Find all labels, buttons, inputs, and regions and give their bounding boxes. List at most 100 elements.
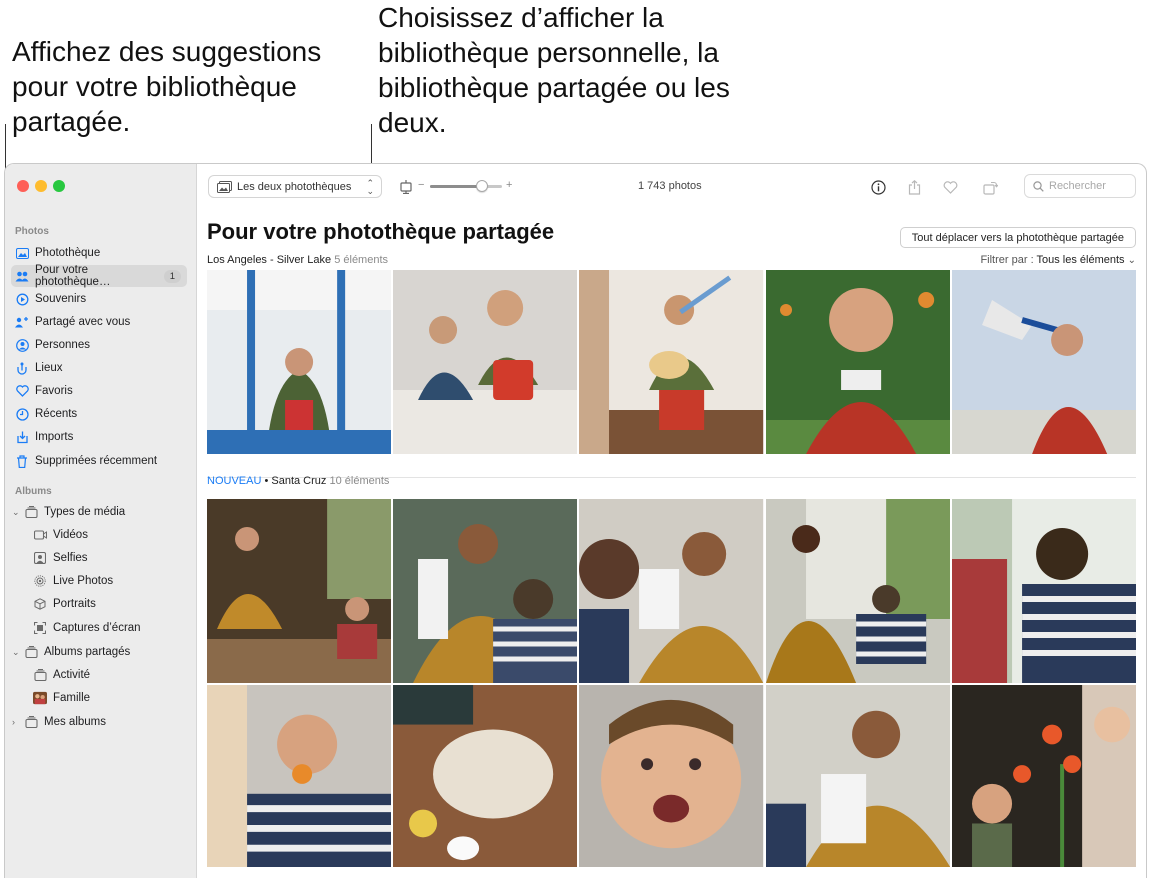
stack-icon: [24, 645, 38, 659]
video-icon: [33, 528, 47, 542]
photo-thumbnail[interactable]: [951, 685, 1136, 867]
sidebar-item-people[interactable]: Personnes: [11, 334, 187, 356]
sidebar-item-label: Récents: [35, 408, 78, 420]
library-icon: [15, 246, 29, 260]
library-selector[interactable]: Les deux photothèques ⌃ ⌄: [208, 175, 382, 198]
sidebar-item-live-photos[interactable]: Live Photos: [29, 570, 187, 592]
chevron-down-icon: ⌄: [1127, 255, 1136, 266]
sidebar-item-label: Pour votre photothèque…: [35, 264, 111, 288]
new-tag: NOUVEAU: [207, 475, 262, 487]
info-icon[interactable]: [868, 177, 888, 197]
sidebar-item-label: Vidéos: [53, 529, 88, 541]
photo-grid-santa-cruz: [207, 499, 1136, 867]
sidebar-item-imports[interactable]: Imports: [11, 426, 187, 448]
sidebar-item-recents[interactable]: Récents: [11, 403, 187, 425]
sidebar-item-activity[interactable]: Activité: [29, 664, 187, 686]
photo-thumbnail[interactable]: [393, 499, 578, 683]
share-icon[interactable]: [904, 177, 924, 197]
photo-thumbnail[interactable]: [579, 499, 764, 683]
stack-icon: [24, 505, 38, 519]
sidebar-item-my-albums[interactable]: › Mes albums: [11, 711, 187, 733]
sidebar-item-library[interactable]: Photothèque: [11, 242, 187, 264]
rotate-icon[interactable]: [980, 177, 1000, 197]
photo-thumbnail[interactable]: [765, 685, 950, 867]
zoom-slider-knob[interactable]: [476, 180, 488, 192]
sidebar-item-label: Activité: [53, 669, 91, 681]
group-count: 5 éléments: [334, 254, 389, 266]
badge-count: 1: [163, 269, 181, 283]
trash-icon: [15, 454, 29, 468]
sidebar-item-label: Lieux: [35, 362, 63, 374]
sidebar-item-shared-albums[interactable]: ⌄ Albums partagés: [11, 641, 187, 663]
sidebar-item-memories[interactable]: Souvenirs: [11, 288, 187, 310]
sidebar-item-label: Souvenirs: [35, 293, 87, 305]
photo-thumbnail[interactable]: [207, 270, 392, 454]
toolbar: Les deux photothèques ⌃ ⌄ − + 1 743 photo…: [198, 164, 1146, 209]
sidebar-item-label: Famille: [53, 692, 91, 704]
clock-icon: [15, 407, 29, 421]
search-field[interactable]: Rechercher: [1024, 174, 1136, 198]
sidebar-item-favorites[interactable]: Favoris: [11, 380, 187, 402]
cube-icon: [33, 597, 47, 611]
sidebar-item-places[interactable]: Lieux: [11, 357, 187, 379]
import-icon: [15, 430, 29, 444]
sidebar-item-selfies[interactable]: Selfies: [29, 547, 187, 569]
move-all-button[interactable]: Tout déplacer vers la photothèque partag…: [899, 227, 1136, 248]
selfie-icon: [33, 551, 47, 565]
close-window-button[interactable]: [17, 180, 29, 192]
live-photo-icon: [33, 574, 47, 588]
sidebar: Photos Photothèque Pour votre photothèqu…: [5, 164, 197, 878]
sidebar-item-for-shared-library[interactable]: Pour votre photothèque… 1: [11, 264, 187, 288]
sidebar-item-label: Photothèque: [35, 247, 101, 259]
memories-icon: [15, 292, 29, 306]
group-place: Los Angeles - Silver Lake: [207, 254, 332, 266]
chevron-right-icon[interactable]: ›: [12, 717, 20, 727]
heart-icon: [15, 384, 29, 398]
sidebar-item-media-types[interactable]: ⌄ Types de média: [11, 501, 187, 523]
main-content: Pour votre photothèque partagée Tout dép…: [198, 209, 1146, 878]
photo-thumbnail[interactable]: [951, 499, 1136, 683]
photo-thumbnail[interactable]: [579, 270, 764, 454]
zoom-window-button[interactable]: [53, 180, 65, 192]
page-title: Pour votre photothèque partagée: [207, 219, 555, 244]
photo-thumbnail[interactable]: [765, 270, 950, 454]
library-selector-label: Les deux photothèques: [237, 180, 352, 193]
photo-thumbnail[interactable]: [579, 685, 764, 867]
group-header-santa-cruz: NOUVEAU • Santa Cruz 10 éléments: [207, 475, 389, 487]
photos-stack-icon: [217, 180, 232, 193]
photo-thumbnail[interactable]: [765, 499, 950, 683]
sidebar-item-label: Types de média: [44, 506, 126, 518]
photo-count: 1 743 photos: [638, 180, 702, 192]
sidebar-item-portraits[interactable]: Portraits: [29, 593, 187, 615]
callout-library-choice: Choisissez d’afficher la bibliothèque pe…: [378, 2, 730, 138]
sidebar-item-label: Mes albums: [44, 716, 106, 728]
sidebar-item-screenshots[interactable]: Captures d’écran: [29, 617, 187, 639]
sidebar-section-photos: Photos: [15, 226, 49, 237]
slideshow-icon[interactable]: [396, 177, 416, 197]
sidebar-item-label: Partagé avec vous: [35, 316, 131, 328]
sidebar-section-albums: Albums: [15, 486, 52, 497]
group-count: 10 éléments: [329, 475, 390, 487]
filter-menu[interactable]: Filtrer par : Tous les éléments ⌄: [980, 254, 1136, 266]
photo-thumbnail[interactable]: [207, 685, 392, 867]
photo-thumbnail[interactable]: [207, 499, 392, 683]
minimize-window-button[interactable]: [35, 180, 47, 192]
sidebar-item-label: Captures d’écran: [53, 622, 141, 634]
photo-thumbnail[interactable]: [393, 270, 578, 454]
activity-icon: [33, 668, 47, 682]
photo-thumbnail[interactable]: [951, 270, 1136, 454]
zoom-in-button[interactable]: +: [506, 179, 512, 191]
zoom-slider-fill: [430, 185, 482, 188]
chevron-down-icon[interactable]: ⌄: [12, 507, 20, 518]
sidebar-item-label: Selfies: [53, 552, 88, 564]
zoom-out-button[interactable]: −: [418, 179, 424, 191]
sidebar-item-videos[interactable]: Vidéos: [29, 524, 187, 546]
sidebar-item-family[interactable]: Famille: [29, 687, 187, 709]
photo-thumbnail[interactable]: [393, 685, 578, 867]
zoom-slider[interactable]: [430, 180, 502, 192]
person-icon: [15, 338, 29, 352]
sidebar-item-recently-deleted[interactable]: Supprimées récemment: [11, 450, 187, 472]
sidebar-item-shared-with-you[interactable]: Partagé avec vous: [11, 311, 187, 333]
favorite-heart-icon[interactable]: [940, 177, 960, 197]
chevron-down-icon[interactable]: ⌄: [12, 647, 20, 658]
